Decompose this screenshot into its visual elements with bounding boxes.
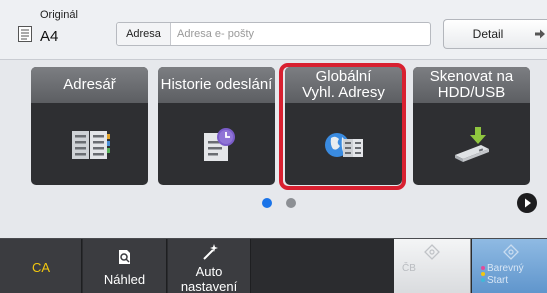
original-label: Originál — [40, 9, 78, 21]
color-start-label-line1: Barevný — [487, 263, 524, 274]
bottom-bar-spacer — [251, 239, 394, 293]
start-diamond-icon — [503, 244, 519, 260]
top-bar: Originál A4 Adresa Detail — [0, 0, 547, 60]
original-document-icon — [18, 26, 32, 42]
detail-button[interactable]: Detail — [443, 19, 547, 49]
tile-title: Skenovat na HDD/USB — [413, 67, 530, 103]
scan-to-usb-icon — [455, 127, 489, 162]
preview-label: Náhled — [103, 272, 146, 287]
color-dots-icon — [481, 266, 485, 282]
preview-button[interactable]: Náhled — [83, 239, 167, 293]
tile-address-book[interactable]: Adresář — [31, 67, 148, 185]
tile-selection-highlight — [279, 63, 406, 190]
start-diamond-icon — [424, 244, 440, 260]
bottom-action-bar: CA Náhled Auto nastavení ČB Barevný Star… — [0, 238, 547, 293]
send-history-icon — [204, 128, 235, 161]
tile-send-history[interactable]: Historie odeslání — [158, 67, 275, 185]
tile-title: Historie odeslání — [158, 67, 275, 103]
detail-label: Detail — [472, 27, 504, 41]
address-book-icon — [72, 131, 110, 159]
color-start-label-line2: Start — [487, 275, 509, 286]
clear-all-button[interactable]: CA — [0, 239, 82, 293]
color-start-button[interactable]: Barevný Start — [472, 239, 547, 293]
address-field[interactable]: Adresa — [116, 22, 431, 46]
tile-title: Adresář — [31, 67, 148, 103]
clear-all-label: CA — [31, 260, 51, 275]
page-indicator-dot-active[interactable] — [262, 198, 272, 208]
mono-start-button[interactable]: ČB — [394, 239, 471, 293]
magic-wand-icon — [203, 244, 218, 260]
tile-scan-to-hdd-usb[interactable]: Skenovat na HDD/USB — [413, 67, 530, 185]
arrow-right-icon — [535, 29, 545, 39]
auto-setting-label-line2: nastavení — [180, 279, 238, 293]
play-arrow-icon — [525, 198, 531, 208]
auto-setting-button[interactable]: Auto nastavení — [168, 239, 251, 293]
email-address-input[interactable] — [172, 23, 430, 45]
page-indicator-dot[interactable] — [286, 198, 296, 208]
address-label: Adresa — [117, 23, 171, 45]
original-size-value: A4 — [40, 28, 59, 45]
next-page-button[interactable] — [517, 193, 537, 213]
preview-icon — [119, 250, 130, 264]
mono-start-label: ČB — [402, 263, 416, 274]
auto-setting-label-line1: Auto — [195, 264, 223, 279]
